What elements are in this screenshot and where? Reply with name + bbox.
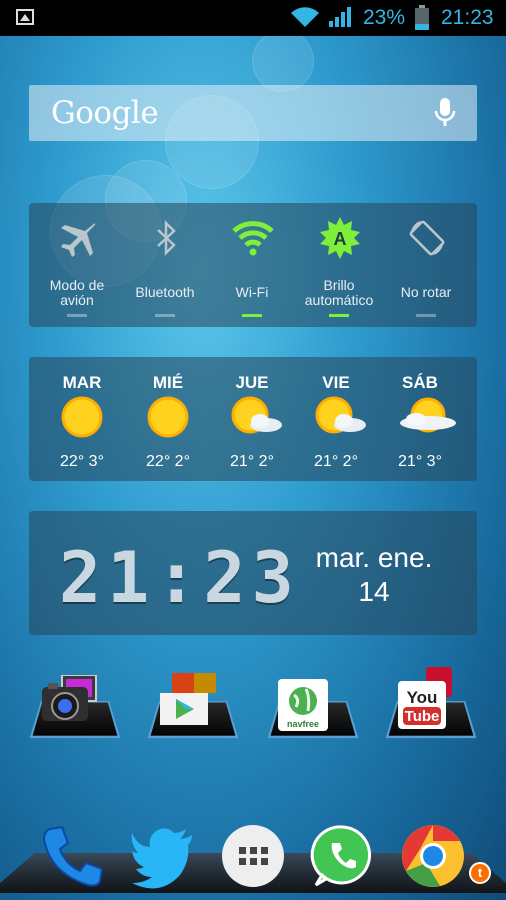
weather-day: MAR 22° 3° xyxy=(39,357,125,481)
gallery-icon xyxy=(16,9,34,25)
clock-time: 21:23 xyxy=(59,537,300,619)
weather-day-name: JUE xyxy=(235,373,269,392)
toggle-label: automático xyxy=(304,292,374,308)
camera-icon xyxy=(42,675,97,721)
quick-settings-widget: Modo de avión Bluetooth Wi-Fi A Brillo a… xyxy=(29,203,477,327)
whatsapp-icon xyxy=(310,825,372,887)
weather-day-name: VIE xyxy=(322,373,350,392)
partly-cloudy-icon xyxy=(231,396,282,434)
weather-day: VIE 21° 2° xyxy=(293,357,379,481)
weather-temps: 22° 3° xyxy=(60,453,104,470)
dock-phone[interactable] xyxy=(40,823,106,889)
weather-day-name: MIÉ xyxy=(152,373,184,392)
toggle-auto-brightness[interactable]: A Brillo automático xyxy=(296,203,382,327)
auto-brightness-icon: A xyxy=(320,217,360,259)
battery-icon xyxy=(415,5,429,30)
toggle-label: Modo de xyxy=(49,277,105,293)
youtube-label-tube: Tube xyxy=(405,708,440,725)
dock-chrome[interactable] xyxy=(400,823,466,889)
toggle-indicator-on xyxy=(242,314,262,317)
clock-widget[interactable]: 21:23 mar. ene. 14 xyxy=(29,511,477,635)
mic-icon[interactable] xyxy=(433,97,457,129)
toggle-bluetooth[interactable]: Bluetooth xyxy=(122,203,208,327)
toggle-label: Brillo xyxy=(323,277,355,293)
bluetooth-icon xyxy=(157,219,176,257)
youtube-icon: You Tube xyxy=(398,667,452,729)
weather-day: JUE 21° 2° xyxy=(209,357,295,481)
clock-date-line2: 14 xyxy=(358,576,390,607)
toggle-indicator xyxy=(416,314,436,317)
notification-badge-text: t xyxy=(477,865,483,880)
clock-date-line1: mar. ene. xyxy=(315,542,433,573)
app-drawer-button[interactable] xyxy=(220,823,286,889)
weather-day: SÁB 21° 3° xyxy=(377,357,463,481)
toggle-label: Bluetooth xyxy=(135,284,195,300)
rotation-icon xyxy=(409,220,445,256)
toggle-wifi[interactable]: Wi-Fi xyxy=(209,203,295,327)
sun-icon xyxy=(61,396,103,438)
clock-date: mar. ene. 14 xyxy=(299,541,449,609)
app-camera[interactable] xyxy=(29,665,121,739)
toggle-label: avión xyxy=(60,292,94,308)
toggle-label: Wi-Fi xyxy=(235,284,269,300)
toggle-rotation[interactable]: No rotar xyxy=(383,203,469,327)
weather-widget[interactable]: MAR 22° 3° MIÉ 22° 2° JUE 21° 2° VIE 21°… xyxy=(29,357,477,481)
toggle-indicator xyxy=(67,314,87,317)
toggle-label: No rotar xyxy=(400,284,452,300)
dock-twitter[interactable] xyxy=(130,823,196,889)
weather-temps: 21° 2° xyxy=(230,453,274,470)
cloudy-sun-icon xyxy=(400,397,456,433)
app-youtube[interactable]: You Tube xyxy=(385,665,477,739)
toggle-indicator xyxy=(155,314,175,317)
navfree-icon: navfree xyxy=(278,679,328,731)
google-logo: Google xyxy=(51,95,159,131)
wifi-icon xyxy=(232,221,274,256)
battery-percent: 23% xyxy=(363,6,406,29)
google-search-bar[interactable]: Google xyxy=(29,85,477,141)
toggle-airplane-mode[interactable]: Modo de avión xyxy=(34,203,120,327)
status-time: 21:23 xyxy=(441,6,494,29)
weather-temps: 22° 2° xyxy=(146,453,190,470)
svg-text:A: A xyxy=(334,229,347,249)
phone-icon xyxy=(42,825,104,887)
notification-badge[interactable]: t xyxy=(469,862,491,884)
status-bar[interactable]: 23% 21:23 xyxy=(0,0,506,36)
wallpaper-bokeh xyxy=(252,30,314,92)
weather-day-name: SÁB xyxy=(402,373,438,392)
app-play-store[interactable] xyxy=(147,665,239,739)
twitter-icon xyxy=(131,828,192,889)
wifi-icon xyxy=(291,7,319,28)
partly-cloudy-icon xyxy=(315,396,366,434)
play-store-icon xyxy=(160,673,216,725)
weather-temps: 21° 3° xyxy=(398,453,442,470)
signal-icon xyxy=(329,7,351,27)
navfree-label: navfree xyxy=(287,719,319,729)
weather-day-name: MAR xyxy=(62,373,102,392)
app-drawer-icon xyxy=(222,825,284,887)
youtube-label-you: You xyxy=(407,688,438,707)
weather-day: MIÉ 22° 2° xyxy=(125,357,211,481)
app-navfree[interactable]: navfree xyxy=(267,665,359,739)
chrome-icon xyxy=(402,825,464,887)
toggle-indicator-on xyxy=(329,314,349,317)
sun-icon xyxy=(147,396,189,438)
airplane-icon xyxy=(61,223,95,257)
dock-whatsapp[interactable] xyxy=(310,823,376,889)
weather-temps: 21° 2° xyxy=(314,453,358,470)
